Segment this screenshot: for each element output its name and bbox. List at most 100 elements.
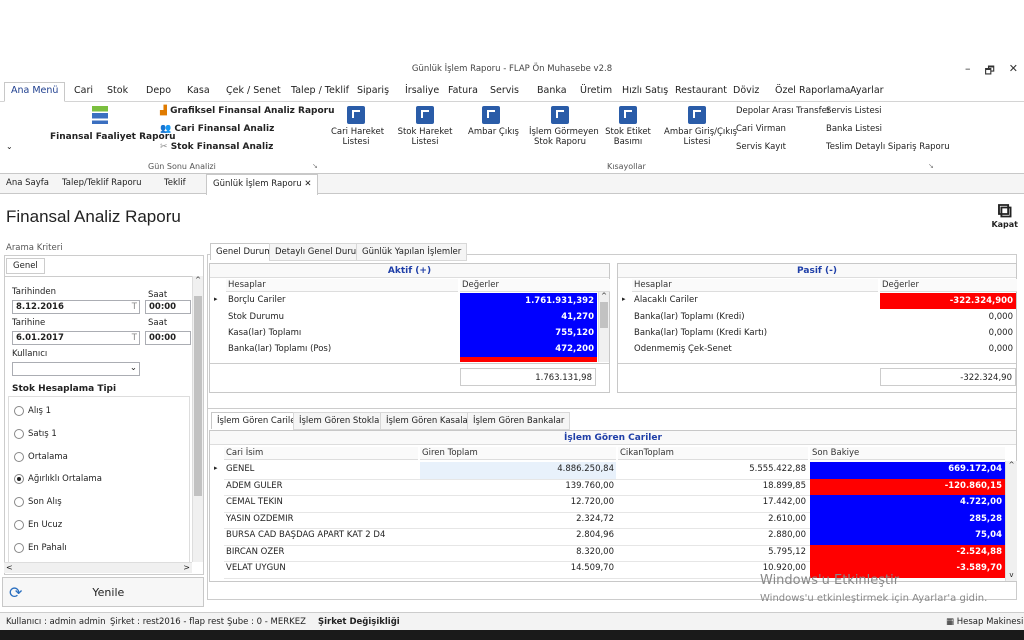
hesap-makinesi-button[interactable]: ▦ Hesap Makinesi — [946, 617, 1023, 627]
pasif-row-value[interactable]: 0,000 — [880, 344, 1016, 354]
grafiksel-analiz-button[interactable]: ▟ Grafiksel Finansal Analiz Raporu — [160, 106, 335, 116]
tarihine-input[interactable]: 6.01.2017 T — [12, 331, 140, 345]
stok-etiket-button[interactable]: Stok Etiket Basımı — [605, 106, 651, 147]
servis-listesi-link[interactable]: Servis Listesi — [826, 106, 882, 116]
aktif-row-name[interactable]: Banka(lar) Toplamı (Pos) — [226, 344, 458, 354]
aktif-row-value[interactable]: 1.761.931,392 — [460, 293, 597, 309]
aktif-row-name[interactable]: Stok Durumu — [226, 312, 458, 322]
close-icon[interactable]: ✕ — [1009, 62, 1018, 81]
saat1-input[interactable]: 00:00 — [145, 300, 191, 314]
radio-agirlikli-ortalama[interactable]: Ağırlıklı Ortalama — [14, 474, 102, 484]
left-panel-hscrollbar[interactable]: < > — [4, 562, 192, 573]
cari-isim-cell[interactable]: YASİN ÖZDEMİR — [226, 514, 418, 524]
pasif-row-name[interactable]: Ödenmemiş Çek-Senet — [632, 344, 878, 354]
giren-toplam-cell[interactable]: 2.804,96 — [420, 530, 614, 540]
giren-toplam-cell[interactable]: 2.324,72 — [420, 514, 614, 524]
islem-gormeyen-button[interactable]: İşlem Görmeyen Stok Raporu — [529, 106, 599, 147]
cikan-toplam-cell[interactable]: 10.920,00 — [618, 563, 806, 573]
tab-islem-goren-kasalar[interactable]: İşlem Gören Kasalar — [380, 412, 478, 430]
menu-servis[interactable]: Servis — [490, 85, 519, 96]
stok-finansal-button[interactable]: ✂ Stok Finansal Analiz — [160, 142, 273, 152]
left-panel-scrollbar[interactable]: ^ — [192, 276, 203, 562]
menu-fatura[interactable]: Fatura — [448, 85, 478, 96]
son-bakiye-cell[interactable]: 4.722,00 — [810, 495, 1005, 512]
giren-toplam-cell[interactable]: 12.720,00 — [420, 497, 614, 507]
menu-siparis[interactable]: Sipariş — [357, 85, 389, 96]
kapat-button[interactable]: ⧉ Kapat — [991, 200, 1018, 229]
restore-icon[interactable]: 🗗 — [984, 62, 994, 81]
servis-kayit-link[interactable]: Servis Kayıt — [736, 142, 786, 152]
scroll-left-icon[interactable]: < — [6, 563, 13, 572]
cikan-toplam-cell[interactable]: 5.795,12 — [618, 547, 806, 557]
radio-en-pahali[interactable]: En Pahalı — [14, 543, 67, 553]
kullanici-select[interactable]: ⌄ — [12, 362, 140, 376]
scroll-up-icon[interactable]: ^ — [1006, 461, 1017, 469]
pasif-row-name[interactable]: Banka(lar) Toplamı (Kredi Kartı) — [632, 328, 878, 338]
cariler-scrollbar[interactable]: ^ v — [1005, 461, 1017, 581]
doctab-ana-sayfa[interactable]: Ana Sayfa — [6, 178, 49, 188]
group-launcher-icon[interactable]: ↘ — [928, 162, 934, 170]
tab-close-icon[interactable]: ✕ — [304, 179, 311, 189]
cikan-toplam-cell[interactable]: 17.442,00 — [618, 497, 806, 507]
menu-kasa[interactable]: Kasa — [187, 85, 210, 96]
cikan-toplam-cell[interactable]: 2.880,00 — [618, 530, 806, 540]
sirket-degisikligi-link[interactable]: Şirket Değişikliği — [318, 617, 400, 627]
giren-toplam-cell[interactable]: 4.886.250,84 — [420, 464, 614, 474]
calendar-icon[interactable]: T — [132, 302, 137, 312]
menu-doviz[interactable]: Döviz — [733, 85, 759, 96]
menu-ana-menu[interactable]: Ana Menü — [4, 82, 66, 102]
radio-ortalama[interactable]: Ortalama — [14, 452, 68, 462]
son-bakiye-cell[interactable]: 75,04 — [810, 528, 1005, 545]
pasif-row-name[interactable]: Banka(lar) Toplamı (Kredi) — [632, 312, 878, 322]
radio-en-ucuz[interactable]: En Ucuz — [14, 520, 62, 530]
radio-alis-1[interactable]: Alış 1 — [14, 406, 51, 416]
depolar-arasi-transfer-link[interactable]: Depolar Arası Transfer — [736, 106, 830, 116]
menu-ayarlar[interactable]: Ayarlar — [850, 85, 884, 96]
cari-hareket-button[interactable]: Cari Hareket Listesi — [331, 106, 384, 147]
ambar-giris-button[interactable]: Ambar Giriş/Çıkış Listesi — [664, 106, 737, 147]
tab-islem-goren-stoklar[interactable]: İşlem Gören Stoklar — [293, 412, 389, 430]
menu-hizli-satis[interactable]: Hızlı Satış — [622, 85, 668, 96]
ribbon-collapse-icon[interactable]: ⌄ — [6, 142, 13, 151]
giren-toplam-cell[interactable]: 139.760,00 — [420, 481, 614, 491]
scroll-up-icon[interactable]: ^ — [599, 292, 609, 300]
minimize-icon[interactable]: – — [965, 62, 971, 81]
ambar-cikis-button[interactable]: Ambar Çıkış — [468, 106, 519, 137]
genel-group-tab[interactable]: Genel — [6, 258, 45, 274]
pasif-row-value[interactable]: 0,000 — [880, 312, 1016, 322]
pasif-row-value[interactable]: -322.324,900 — [880, 293, 1016, 309]
menu-stok[interactable]: Stok — [107, 85, 128, 96]
son-bakiye-cell[interactable]: -2.524,88 — [810, 544, 1005, 561]
menu-irsaliye[interactable]: İrsaliye — [405, 85, 439, 96]
pasif-row-value[interactable]: 0,000 — [880, 328, 1016, 338]
menu-cari[interactable]: Cari — [74, 85, 93, 96]
pasif-row-name[interactable]: Alacaklı Cariler — [632, 295, 878, 305]
scroll-thumb[interactable] — [600, 302, 608, 328]
cari-isim-cell[interactable]: GENEL — [226, 464, 418, 474]
scroll-right-icon[interactable]: > — [183, 563, 190, 572]
cikan-toplam-cell[interactable]: 18.899,85 — [618, 481, 806, 491]
cari-isim-cell[interactable]: VELAT UYĞUN — [226, 563, 418, 573]
aktif-row-value[interactable]: 472,200 — [460, 341, 597, 357]
doctab-teklif[interactable]: Teklif — [164, 178, 186, 188]
banka-listesi-link[interactable]: Banka Listesi — [826, 124, 882, 134]
scroll-down-icon[interactable]: v — [1006, 571, 1017, 579]
group-launcher-icon[interactable]: ↘ — [312, 162, 318, 170]
son-bakiye-cell[interactable]: 285,28 — [810, 511, 1005, 528]
scroll-up-icon[interactable]: ^ — [193, 276, 203, 296]
tab-islem-goren-cariler[interactable]: İşlem Gören Cariler — [211, 412, 306, 429]
cari-isim-cell[interactable]: BURSA CAD BAŞDAĞ APART KAT 2 D4 — [226, 530, 418, 540]
tarihinden-input[interactable]: 8.12.2016 T — [12, 300, 140, 314]
cikan-toplam-cell[interactable]: 2.610,00 — [618, 514, 806, 524]
aktif-row-value[interactable]: 41,270 — [460, 309, 597, 325]
cari-isim-cell[interactable]: ADEM GÜLER — [226, 481, 418, 491]
calendar-icon[interactable]: T — [132, 333, 137, 343]
cari-isim-cell[interactable]: BİRCAN ÖZER — [226, 547, 418, 557]
aktif-row-name[interactable]: Borçlu Cariler — [226, 295, 458, 305]
aktif-row-name[interactable]: Kasa(lar) Toplamı — [226, 328, 458, 338]
giren-toplam-cell[interactable]: 8.320,00 — [420, 547, 614, 557]
menu-depo[interactable]: Depo — [146, 85, 171, 96]
cari-finansal-button[interactable]: 👥 Cari Finansal Analiz — [160, 124, 274, 134]
menu-cek-senet[interactable]: Çek / Senet — [226, 85, 281, 96]
saat2-input[interactable]: 00:00 — [145, 331, 191, 345]
